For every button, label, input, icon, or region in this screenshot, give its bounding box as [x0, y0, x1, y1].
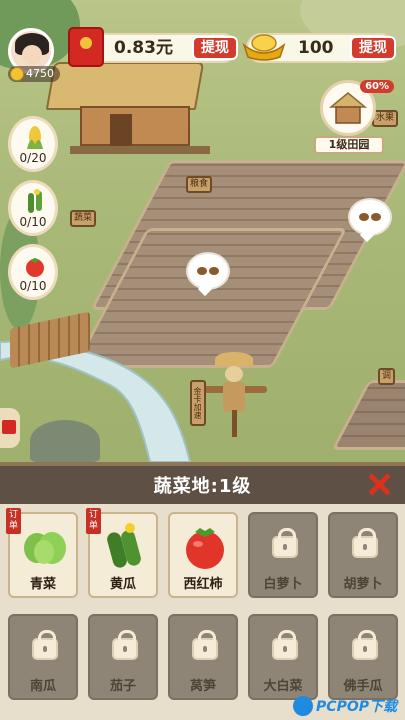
cucumber-quota[interactable]: 0/10	[8, 180, 58, 236]
crop-tile-bok-choy[interactable]: 订单 青菜	[6, 508, 78, 598]
seed-bubble[interactable]	[348, 198, 392, 236]
lock-icon	[32, 630, 58, 660]
order-tag: 订单	[86, 508, 101, 534]
seed-icon	[371, 213, 381, 221]
speedup-sign[interactable]: 金卡加速	[190, 380, 206, 426]
panel-title: 蔬菜地:1级	[153, 476, 252, 497]
coin-icon	[10, 67, 24, 81]
crop-tile-cucumber[interactable]: 订单 黄瓜	[86, 508, 158, 598]
corn-icon	[27, 126, 43, 149]
crop-tile-chayote[interactable]: 佛手瓜	[328, 614, 398, 700]
granary-sign[interactable]: 粮食	[186, 176, 213, 193]
ingot-withdraw-button[interactable]: 提现	[350, 36, 396, 60]
task-side-icon[interactable]	[0, 408, 20, 448]
envelope-icon	[2, 420, 16, 434]
vegetable-sign[interactable]: 蔬菜	[70, 210, 97, 227]
gold-ingot-icon	[242, 34, 286, 61]
lock-icon	[272, 630, 298, 660]
pcpop-logo-icon	[293, 696, 314, 716]
seed-bubble[interactable]	[186, 252, 230, 290]
vegetable-field-panel: 蔬菜地:1级 订单 青菜 订单 黄瓜 西红柿 白萝卜 胡萝卜 南瓜 茄子 莴笋 …	[0, 462, 405, 720]
farmhouse[interactable]	[40, 62, 210, 172]
crop-tile-carrot[interactable]: 胡萝卜	[328, 512, 398, 598]
lock-icon	[352, 528, 378, 558]
crop-tile-cabbage[interactable]: 大白菜	[248, 614, 318, 700]
ingot-amount: 100	[298, 38, 334, 58]
seed-icon	[359, 213, 369, 221]
gold-counter: 4750	[8, 66, 60, 82]
tomato-quota[interactable]: 0/10	[8, 244, 58, 300]
close-icon[interactable]	[367, 472, 391, 496]
cash-amount: 0.83元	[114, 38, 173, 58]
seed-icon	[209, 267, 219, 275]
crop-tile-lettuce[interactable]: 莴笋	[168, 614, 238, 700]
crop-tile-pumpkin[interactable]: 南瓜	[8, 614, 78, 700]
seed-icon	[197, 267, 207, 275]
crop-tile-tomato[interactable]: 西红柿	[168, 512, 238, 598]
crop-tile-eggplant[interactable]: 茄子	[88, 614, 158, 700]
farm-level-label: 1级田园	[314, 136, 384, 154]
cucumber-icon	[28, 189, 42, 213]
farm-scene[interactable]: 粮食 蔬菜 水果 调 金卡加速 4750 0.83元 提现 100 提现 0/2…	[0, 0, 405, 462]
ingot-balance: 100 提现	[242, 33, 396, 63]
lock-icon	[272, 528, 298, 558]
tomato-icon	[26, 258, 44, 277]
rock	[30, 420, 100, 462]
watermark: PCPOP下载	[293, 696, 397, 716]
field-plot[interactable]	[331, 380, 405, 450]
cash-balance: 0.83元 提现	[68, 27, 238, 67]
lock-icon	[112, 630, 138, 660]
corn-quota[interactable]: 0/20	[8, 116, 58, 172]
cash-withdraw-button[interactable]: 提现	[192, 36, 238, 60]
red-envelope-icon	[68, 27, 104, 67]
panel-header: 蔬菜地:1级	[0, 466, 405, 504]
scarecrow[interactable]	[203, 352, 267, 437]
farm-progress: 60%	[360, 80, 394, 93]
cucumber-icon	[107, 523, 141, 568]
lock-icon	[352, 630, 378, 660]
crop-tile-radish[interactable]: 白萝卜	[248, 512, 318, 598]
lock-icon	[192, 630, 218, 660]
bok-choy-icon	[24, 532, 66, 564]
side-sign[interactable]: 调	[378, 368, 396, 385]
farm-level-badge[interactable]: 60% 1级田园	[314, 80, 394, 158]
gold-amount: 4750	[26, 67, 54, 80]
order-tag: 订单	[6, 508, 21, 534]
tomato-icon	[186, 528, 224, 569]
